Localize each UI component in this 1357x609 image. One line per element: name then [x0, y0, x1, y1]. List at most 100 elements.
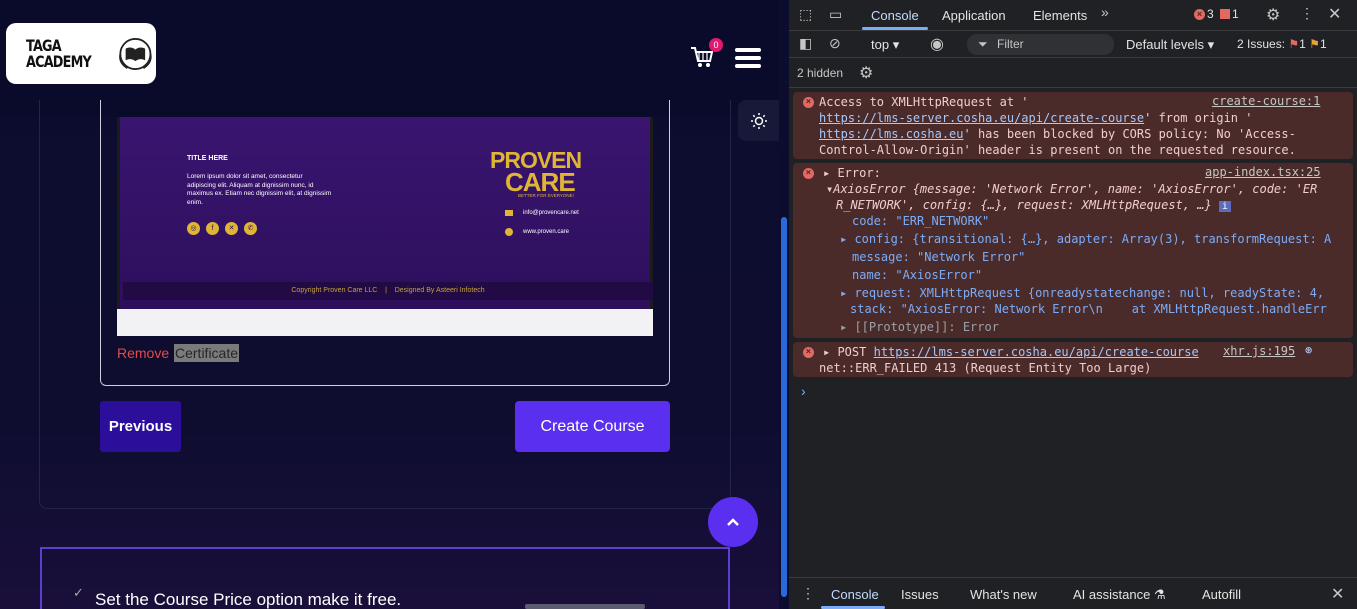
horizontal-scrollbar[interactable] — [525, 604, 645, 609]
error-count[interactable]: 3 — [1207, 7, 1214, 21]
post-status-line: net::ERR_FAILED 413 (Request Entity Too … — [819, 361, 1152, 375]
hidden-count: 2 hidden — [797, 66, 844, 80]
close-drawer-icon[interactable]: ✕ — [1331, 584, 1344, 604]
theme-toggle-button[interactable] — [738, 100, 779, 141]
error-label: ▸ Error: — [823, 166, 881, 180]
axios-summary-line-1[interactable]: ▾AxiosError {message: 'Network Error', n… — [826, 181, 1317, 197]
prop-name: name: "AxiosError" — [852, 268, 983, 282]
check-icon: ✓ — [73, 585, 84, 600]
issues-warning-count: 1 — [1319, 37, 1327, 51]
site-logo[interactable]: TAGA ACADEMY — [6, 23, 156, 84]
cert-brand-tagline: BETTER FOR EVERYONE! — [518, 193, 574, 198]
certificate-label-selected: Certificate — [174, 344, 240, 362]
certificate-preview-image: TITLE HERE Lorem ipsum dolor sit amet, c… — [117, 117, 653, 309]
settings-gear-icon[interactable]: ⚙ — [1266, 5, 1280, 25]
drawer-tab-console[interactable]: Console — [831, 587, 879, 602]
prop-prototype[interactable]: ▸ [[Prototype]]: Error — [840, 319, 999, 335]
cors-line-4: Control-Allow-Origin' header is present … — [819, 143, 1296, 157]
console-prompt[interactable]: › — [801, 383, 806, 399]
post-source-link[interactable]: xhr.js:195 — [1223, 344, 1295, 358]
web-app-viewport: TAGA ACADEMY 0 TITLE HERE Lorem ipsum do… — [0, 0, 779, 609]
issues-label: 2 Issues: — [1237, 37, 1286, 51]
drawer-tab-whats-new[interactable]: What's new — [970, 587, 1037, 602]
tab-application[interactable]: Application — [942, 8, 1006, 23]
prop-stack: stack: "AxiosError: Network Error\n at X… — [850, 302, 1327, 316]
chevron-up-icon — [727, 518, 739, 526]
console-settings-gear-icon[interactable]: ⚙ — [859, 63, 873, 83]
eye-icon[interactable]: ◉ — [930, 34, 944, 54]
cors-url-link[interactable]: https://lms-server.cosha.eu/api/create-c… — [819, 111, 1144, 125]
book-emblem-icon — [119, 37, 152, 70]
issues-counter[interactable]: 2 Issues: ⚑1 ⚑1 — [1237, 37, 1327, 51]
logo-wordmark: TAGA ACADEMY — [26, 35, 92, 71]
warning-count[interactable]: 1 — [1232, 7, 1239, 21]
devtools-drawer: ⋮ Console Issues What's new AI assistanc… — [789, 577, 1357, 609]
warning-flag-icon — [1220, 9, 1230, 19]
info-icon[interactable]: i — [1218, 201, 1231, 212]
cors-source-link[interactable]: create-course:1 — [1212, 94, 1320, 108]
prop-message: message: "Network Error" — [852, 250, 1026, 264]
previous-button[interactable]: Previous — [100, 401, 181, 452]
hidden-messages-row: 2 hidden ⚙ — [789, 58, 1357, 88]
cert-email: info@provencare.net — [523, 210, 579, 216]
cors-origin-link[interactable]: https://lms.cosha.eu — [819, 127, 964, 141]
prop-code: code: "ERR_NETWORK" — [852, 214, 990, 228]
devtools-tabbar: ⬚ ▭ Console Application Elements » × 3 1… — [789, 0, 1357, 31]
mail-icon — [505, 210, 513, 216]
cert-body-text: Lorem ipsum dolor sit amet, consectetur … — [187, 173, 332, 206]
error-icon: × — [803, 97, 814, 108]
tab-console[interactable]: Console — [871, 8, 919, 23]
error-source-link[interactable]: app-index.tsx:25 — [1205, 165, 1321, 179]
more-options-icon[interactable]: ⋮ — [1300, 5, 1314, 22]
certificate-preview-bottom — [117, 309, 653, 336]
tab-elements[interactable]: Elements — [1033, 8, 1087, 23]
drawer-menu-icon[interactable]: ⋮ — [801, 585, 815, 602]
remove-certificate-link[interactable]: Remove — [117, 345, 169, 361]
prop-request[interactable]: ▸ request: XMLHttpRequest {onreadystatec… — [840, 285, 1324, 301]
x-icon: ✕ — [225, 222, 238, 235]
page-scrollbar-thumb[interactable] — [781, 217, 787, 597]
error-count-icon: × — [1194, 9, 1205, 20]
axios-error-message: × ▸ Error: app-index.tsx:25 ▾AxiosError … — [793, 163, 1353, 338]
error-icon: × — [803, 347, 814, 358]
active-tab-indicator — [862, 27, 928, 30]
clear-console-icon[interactable]: ⊘ — [829, 35, 841, 52]
drawer-tab-ai-assistance[interactable]: AI assistance ⚗ — [1073, 587, 1166, 603]
network-request-icon[interactable]: ⊛ — [1305, 343, 1312, 357]
context-selector[interactable]: top ▾ — [871, 37, 899, 53]
facebook-icon: f — [206, 222, 219, 235]
post-url-link[interactable]: https://lms-server.cosha.eu/api/create-c… — [874, 345, 1199, 359]
cart-count-badge: 0 — [709, 38, 723, 52]
context-value: top — [871, 37, 890, 52]
more-tabs-icon[interactable]: » — [1101, 4, 1109, 20]
close-icon[interactable]: ✕ — [1328, 4, 1341, 24]
issue-warning-flag-icon: ⚑ — [1309, 37, 1320, 51]
drawer-tab-issues[interactable]: Issues — [901, 587, 939, 602]
hamburger-menu-icon[interactable] — [735, 48, 761, 68]
sidebar-toggle-icon[interactable]: ◧ — [799, 35, 812, 52]
inspect-element-icon[interactable]: ⬚ — [799, 6, 812, 23]
scroll-to-top-button[interactable] — [708, 497, 758, 547]
issues-error-count: 1 — [1299, 37, 1306, 51]
create-course-button[interactable]: Create Course — [515, 401, 670, 452]
whatsapp-icon: ✆ — [244, 222, 257, 235]
flask-icon: ⚗ — [1153, 587, 1166, 602]
error-icon: × — [803, 168, 814, 179]
globe-icon — [505, 228, 513, 236]
post-error-message: × ▸ POST https://lms-server.cosha.eu/api… — [793, 342, 1353, 377]
console-toolbar: ◧ ⊘ top ▾ ◉ ⏷ Filter Default levels ▾ 2 … — [789, 31, 1357, 58]
filter-input[interactable]: ⏷ Filter — [967, 34, 1114, 55]
log-levels-dropdown[interactable]: Default levels ▾ — [1126, 37, 1214, 53]
cors-line-2: https://lms-server.cosha.eu/api/create-c… — [819, 111, 1253, 125]
log-levels-value: Default levels — [1126, 37, 1205, 52]
drawer-tab-autofill[interactable]: Autofill — [1202, 587, 1241, 602]
cors-line-1: Access to XMLHttpRequest at ' — [819, 95, 1029, 109]
post-line-1[interactable]: ▸ POST https://lms-server.cosha.eu/api/c… — [823, 344, 1199, 360]
prop-config[interactable]: ▸ config: {transitional: {…}, adapter: A… — [840, 231, 1331, 247]
device-toolbar-icon[interactable]: ▭ — [829, 6, 842, 23]
sun-icon — [750, 112, 767, 129]
cors-line-3: https://lms.cosha.eu' has been blocked b… — [819, 127, 1296, 141]
cert-title: TITLE HERE — [187, 155, 228, 162]
issue-error-flag-icon: ⚑ — [1288, 37, 1300, 51]
cert-website: www.proven.care — [523, 229, 570, 235]
